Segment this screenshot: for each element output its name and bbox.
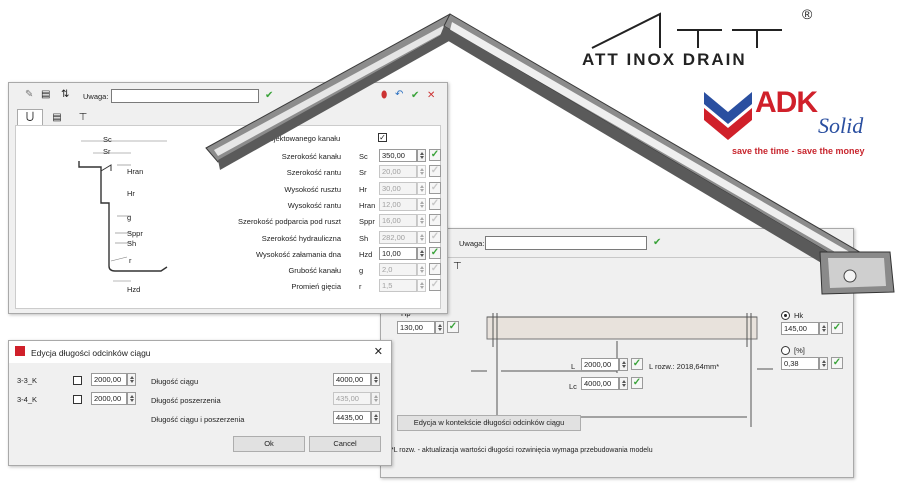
drain-3d-render [205,13,895,295]
